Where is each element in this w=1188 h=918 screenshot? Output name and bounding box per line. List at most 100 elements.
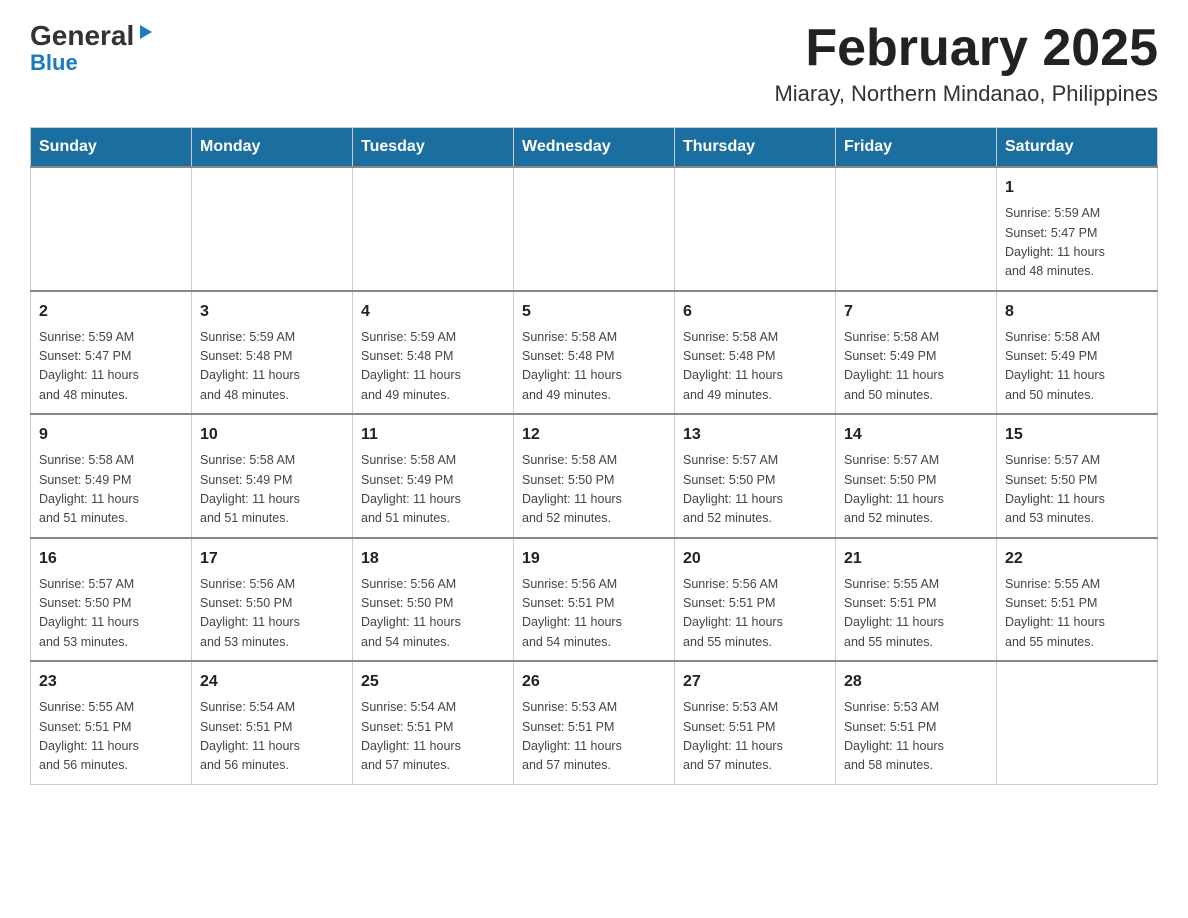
day-info: Sunrise: 5:58 AMSunset: 5:48 PMDaylight:… bbox=[522, 328, 666, 406]
calendar-day-cell: 4 Sunrise: 5:59 AMSunset: 5:48 PMDaylight… bbox=[353, 291, 514, 415]
calendar-header-row: SundayMondayTuesdayWednesdayThursdayFrid… bbox=[31, 128, 1158, 168]
day-number: 8 bbox=[1005, 300, 1149, 324]
calendar-week-row: 9 Sunrise: 5:58 AMSunset: 5:49 PMDaylight… bbox=[31, 414, 1158, 538]
day-info: Sunrise: 5:53 AMSunset: 5:51 PMDaylight:… bbox=[522, 698, 666, 776]
calendar-day-cell: 9Sunrise: 5:58 AMSunset: 5:49 PMDaylight… bbox=[31, 414, 192, 538]
day-number: 13 bbox=[683, 423, 827, 447]
day-info: Sunrise: 5:58 AMSunset: 5:48 PMDaylight:… bbox=[683, 328, 827, 406]
calendar-day-cell bbox=[997, 661, 1158, 784]
calendar-day-cell: 6 Sunrise: 5:58 AMSunset: 5:48 PMDaylight… bbox=[675, 291, 836, 415]
day-number: 7 bbox=[844, 300, 988, 324]
day-info: Sunrise: 5:58 AMSunset: 5:49 PMDaylight:… bbox=[361, 451, 505, 529]
day-info: Sunrise: 5:56 AMSunset: 5:51 PMDaylight:… bbox=[522, 575, 666, 653]
day-info: Sunrise: 5:53 AMSunset: 5:51 PMDaylight:… bbox=[683, 698, 827, 776]
day-number: 16 bbox=[39, 547, 183, 571]
day-number: 17 bbox=[200, 547, 344, 571]
title-area: February 2025 Miaray, Northern Mindanao,… bbox=[774, 20, 1158, 107]
calendar-day-cell: 8 Sunrise: 5:58 AMSunset: 5:49 PMDaylight… bbox=[997, 291, 1158, 415]
day-info: Sunrise: 5:59 AMSunset: 5:48 PMDaylight:… bbox=[200, 328, 344, 406]
day-info: Sunrise: 5:55 AMSunset: 5:51 PMDaylight:… bbox=[1005, 575, 1149, 653]
calendar-day-cell: 25Sunrise: 5:54 AMSunset: 5:51 PMDayligh… bbox=[353, 661, 514, 784]
calendar-day-cell: 27 Sunrise: 5:53 AMSunset: 5:51 PMDayligh… bbox=[675, 661, 836, 784]
day-info: Sunrise: 5:56 AMSunset: 5:50 PMDaylight:… bbox=[361, 575, 505, 653]
calendar-day-cell bbox=[31, 167, 192, 291]
day-number: 19 bbox=[522, 547, 666, 571]
day-info: Sunrise: 5:55 AMSunset: 5:51 PMDaylight:… bbox=[844, 575, 988, 653]
calendar-day-cell: 2 Sunrise: 5:59 AMSunset: 5:47 PMDaylight… bbox=[31, 291, 192, 415]
calendar-day-header: Tuesday bbox=[353, 128, 514, 168]
day-number: 4 bbox=[361, 300, 505, 324]
calendar-day-cell: 13 Sunrise: 5:57 AMSunset: 5:50 PMDayligh… bbox=[675, 414, 836, 538]
day-number: 5 bbox=[522, 300, 666, 324]
day-number: 27 bbox=[683, 670, 827, 694]
logo-arrow-icon bbox=[134, 21, 156, 48]
calendar-week-row: 16 Sunrise: 5:57 AMSunset: 5:50 PMDayligh… bbox=[31, 538, 1158, 662]
day-number: 11 bbox=[361, 423, 505, 447]
day-number: 6 bbox=[683, 300, 827, 324]
calendar-day-cell bbox=[836, 167, 997, 291]
day-number: 14 bbox=[844, 423, 988, 447]
page-subtitle: Miaray, Northern Mindanao, Philippines bbox=[774, 81, 1158, 107]
day-info: Sunrise: 5:57 AMSunset: 5:50 PMDaylight:… bbox=[39, 575, 183, 653]
day-number: 10 bbox=[200, 423, 344, 447]
calendar-day-cell: 20 Sunrise: 5:56 AMSunset: 5:51 PMDayligh… bbox=[675, 538, 836, 662]
logo-general-text: General bbox=[30, 20, 134, 52]
calendar-day-cell: 1 Sunrise: 5:59 AMSunset: 5:47 PMDaylight… bbox=[997, 167, 1158, 291]
day-number: 2 bbox=[39, 300, 183, 324]
calendar-day-cell: 24 Sunrise: 5:54 AMSunset: 5:51 PMDayligh… bbox=[192, 661, 353, 784]
calendar-day-cell: 16 Sunrise: 5:57 AMSunset: 5:50 PMDayligh… bbox=[31, 538, 192, 662]
calendar-day-cell: 10 Sunrise: 5:58 AMSunset: 5:49 PMDayligh… bbox=[192, 414, 353, 538]
day-number: 23 bbox=[39, 670, 183, 694]
day-info: Sunrise: 5:58 AMSunset: 5:49 PMDaylight:… bbox=[844, 328, 988, 406]
day-info: Sunrise: 5:57 AMSunset: 5:50 PMDaylight:… bbox=[683, 451, 827, 529]
day-info: Sunrise: 5:58 AMSunset: 5:50 PMDaylight:… bbox=[522, 451, 666, 529]
day-number: 9 bbox=[39, 423, 183, 447]
day-info: Sunrise: 5:57 AMSunset: 5:50 PMDaylight:… bbox=[1005, 451, 1149, 529]
day-info: Sunrise: 5:54 AMSunset: 5:51 PMDaylight:… bbox=[361, 698, 505, 776]
day-number: 20 bbox=[683, 547, 827, 571]
day-info: Sunrise: 5:55 AMSunset: 5:51 PMDaylight:… bbox=[39, 698, 183, 776]
day-number: 15 bbox=[1005, 423, 1149, 447]
day-info: Sunrise: 5:59 AMSunset: 5:47 PMDaylight:… bbox=[39, 328, 183, 406]
calendar-day-cell: 22Sunrise: 5:55 AMSunset: 5:51 PMDayligh… bbox=[997, 538, 1158, 662]
calendar-day-header: Saturday bbox=[997, 128, 1158, 168]
calendar-day-cell: 7 Sunrise: 5:58 AMSunset: 5:49 PMDaylight… bbox=[836, 291, 997, 415]
calendar-day-cell bbox=[675, 167, 836, 291]
calendar-week-row: 2 Sunrise: 5:59 AMSunset: 5:47 PMDaylight… bbox=[31, 291, 1158, 415]
calendar-day-cell: 5 Sunrise: 5:58 AMSunset: 5:48 PMDaylight… bbox=[514, 291, 675, 415]
calendar-week-row: 1 Sunrise: 5:59 AMSunset: 5:47 PMDaylight… bbox=[31, 167, 1158, 291]
calendar-day-cell bbox=[514, 167, 675, 291]
calendar-week-row: 23 Sunrise: 5:55 AMSunset: 5:51 PMDayligh… bbox=[31, 661, 1158, 784]
day-info: Sunrise: 5:59 AMSunset: 5:47 PMDaylight:… bbox=[1005, 204, 1149, 282]
calendar-day-cell bbox=[192, 167, 353, 291]
day-number: 21 bbox=[844, 547, 988, 571]
calendar-day-cell: 12 Sunrise: 5:58 AMSunset: 5:50 PMDayligh… bbox=[514, 414, 675, 538]
day-info: Sunrise: 5:54 AMSunset: 5:51 PMDaylight:… bbox=[200, 698, 344, 776]
day-info: Sunrise: 5:56 AMSunset: 5:51 PMDaylight:… bbox=[683, 575, 827, 653]
header: General Blue February 2025 Miaray, North… bbox=[30, 20, 1158, 107]
page-title: February 2025 bbox=[774, 20, 1158, 77]
day-info: Sunrise: 5:58 AMSunset: 5:49 PMDaylight:… bbox=[200, 451, 344, 529]
calendar-day-cell: 17 Sunrise: 5:56 AMSunset: 5:50 PMDayligh… bbox=[192, 538, 353, 662]
day-number: 12 bbox=[522, 423, 666, 447]
day-info: Sunrise: 5:58 AMSunset: 5:49 PMDaylight:… bbox=[1005, 328, 1149, 406]
calendar-day-header: Sunday bbox=[31, 128, 192, 168]
day-number: 3 bbox=[200, 300, 344, 324]
day-info: Sunrise: 5:56 AMSunset: 5:50 PMDaylight:… bbox=[200, 575, 344, 653]
calendar-day-cell: 28Sunrise: 5:53 AMSunset: 5:51 PMDayligh… bbox=[836, 661, 997, 784]
calendar-day-cell: 19 Sunrise: 5:56 AMSunset: 5:51 PMDayligh… bbox=[514, 538, 675, 662]
day-number: 24 bbox=[200, 670, 344, 694]
calendar-day-cell: 18Sunrise: 5:56 AMSunset: 5:50 PMDayligh… bbox=[353, 538, 514, 662]
calendar-day-cell: 14 Sunrise: 5:57 AMSunset: 5:50 PMDayligh… bbox=[836, 414, 997, 538]
day-info: Sunrise: 5:59 AMSunset: 5:48 PMDaylight:… bbox=[361, 328, 505, 406]
calendar-day-header: Friday bbox=[836, 128, 997, 168]
day-number: 1 bbox=[1005, 176, 1149, 200]
day-info: Sunrise: 5:57 AMSunset: 5:50 PMDaylight:… bbox=[844, 451, 988, 529]
calendar-day-header: Monday bbox=[192, 128, 353, 168]
logo: General Blue bbox=[30, 20, 156, 76]
calendar-day-cell: 15 Sunrise: 5:57 AMSunset: 5:50 PMDayligh… bbox=[997, 414, 1158, 538]
calendar-day-cell: 23 Sunrise: 5:55 AMSunset: 5:51 PMDayligh… bbox=[31, 661, 192, 784]
calendar-day-header: Thursday bbox=[675, 128, 836, 168]
calendar-day-cell: 11 Sunrise: 5:58 AMSunset: 5:49 PMDayligh… bbox=[353, 414, 514, 538]
day-number: 28 bbox=[844, 670, 988, 694]
